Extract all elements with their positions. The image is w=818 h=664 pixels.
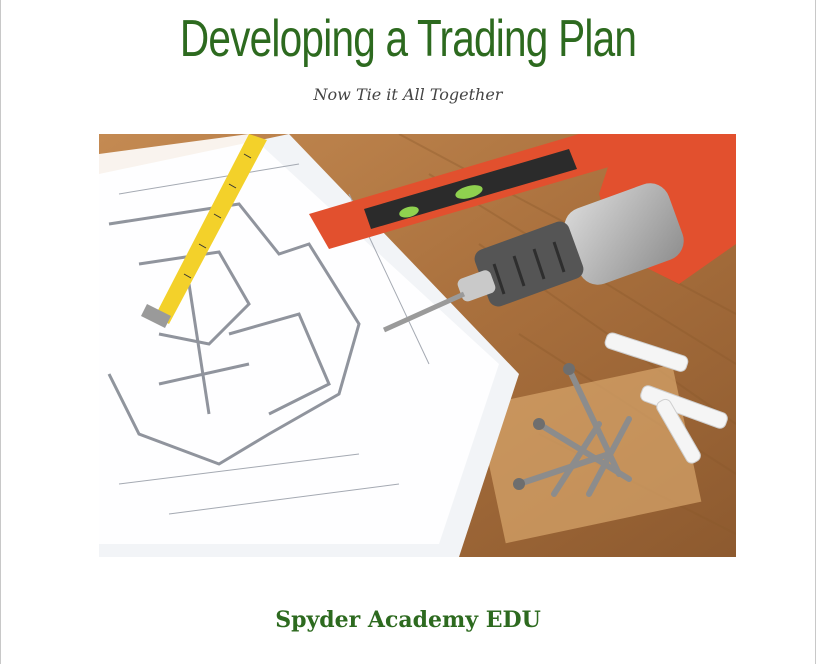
document-title: Developing a Trading Plan bbox=[179, 10, 637, 68]
document-subtitle: Now Tie it All Together bbox=[313, 85, 503, 104]
footer-brand: Spyder Academy EDU bbox=[275, 607, 541, 633]
cover-image bbox=[99, 134, 736, 557]
document-page: Developing a Trading Plan Now Tie it All… bbox=[0, 0, 816, 664]
